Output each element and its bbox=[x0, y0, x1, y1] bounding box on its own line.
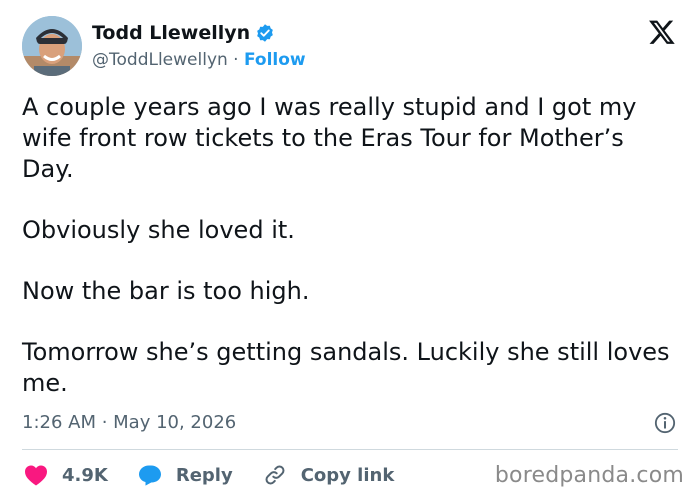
like-count: 4.9K bbox=[62, 464, 108, 486]
avatar[interactable] bbox=[22, 16, 82, 76]
tweet-paragraph: Tomorrow she’s getting sandals. Luckily … bbox=[22, 338, 670, 397]
verified-badge-icon bbox=[257, 24, 274, 42]
heart-icon bbox=[25, 465, 47, 486]
tweet-timestamp[interactable]: 1:26 AM · May 10, 2026 bbox=[22, 410, 236, 436]
reply-bubble-icon bbox=[138, 465, 161, 486]
follow-button[interactable]: Follow bbox=[244, 50, 306, 70]
handle-row: @ToddLlewellyn · Follow bbox=[92, 47, 306, 73]
tweet-paragraph: Obviously she loved it. bbox=[22, 216, 295, 244]
copy-link-label: Copy link bbox=[300, 464, 395, 486]
reply-button[interactable]: Reply bbox=[138, 464, 233, 486]
info-icon[interactable] bbox=[654, 412, 676, 434]
author-handle[interactable]: @ToddLlewellyn bbox=[92, 50, 228, 70]
watermark: boredpanda.com bbox=[494, 463, 684, 488]
tweet-actions: 4.9K Reply Copy link bbox=[24, 460, 394, 490]
link-icon bbox=[265, 465, 285, 485]
tweet-paragraph: A couple years ago I was really stupid a… bbox=[22, 93, 637, 183]
display-name[interactable]: Todd Llewellyn bbox=[92, 21, 250, 45]
display-name-row[interactable]: Todd Llewellyn bbox=[92, 21, 306, 45]
like-button[interactable]: 4.9K bbox=[24, 464, 108, 486]
tweet-paragraph: Now the bar is too high. bbox=[22, 277, 310, 305]
reply-label: Reply bbox=[175, 464, 233, 486]
author-names: Todd Llewellyn @ToddLlewellyn · Follow bbox=[92, 21, 306, 73]
handle-separator: · bbox=[227, 50, 244, 70]
tweet-header: Todd Llewellyn @ToddLlewellyn · Follow bbox=[22, 16, 678, 78]
divider bbox=[22, 449, 678, 450]
copy-link-button[interactable]: Copy link bbox=[263, 463, 395, 487]
avatar-image bbox=[22, 16, 82, 76]
tweet-text: A couple years ago I was really stupid a… bbox=[22, 92, 682, 429]
x-logo-icon[interactable] bbox=[648, 18, 676, 46]
